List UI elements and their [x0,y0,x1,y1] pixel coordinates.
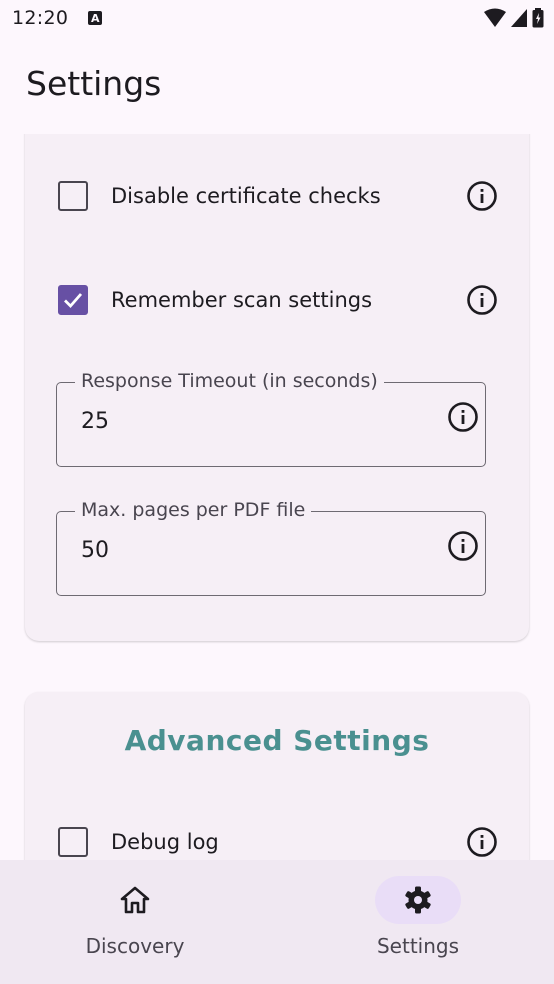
disable-certificate-checks-checkbox[interactable] [58,181,88,211]
max-pages-input[interactable] [81,538,381,563]
nav-label-settings: Settings [376,934,460,958]
nav-pill-discovery [92,876,178,924]
wifi-icon [484,8,506,27]
bottom-navigation: Discovery Settings [0,860,554,984]
notification-icon: A [88,11,103,25]
remember-scan-settings-label: Remember scan settings [111,288,373,312]
nav-label-discovery: Discovery [85,934,185,958]
cell-signal-icon [511,9,527,27]
debug-log-row[interactable]: Debug log [58,822,498,860]
info-icon[interactable] [447,401,479,433]
debug-log-label: Debug log [111,830,219,854]
home-icon [120,886,150,914]
gear-icon [405,886,431,914]
debug-log-checkbox[interactable] [58,827,88,857]
nav-pill-settings [375,876,461,924]
disable-certificate-checks-label: Disable certificate checks [111,184,381,208]
advanced-settings-card: Advanced Settings Debug log [25,692,529,860]
status-time: 12:20 [12,7,69,29]
response-timeout-input[interactable] [81,409,381,434]
remember-scan-settings-row[interactable]: Remember scan settings [58,280,498,320]
disable-certificate-checks-row[interactable]: Disable certificate checks [58,176,498,216]
max-pages-label: Max. pages per PDF file [75,499,312,521]
response-timeout-field[interactable]: Response Timeout (in seconds) [56,370,486,467]
status-bar: 12:20 A [0,0,554,36]
page-title: Settings [26,64,162,103]
status-icons [484,8,544,28]
info-icon[interactable] [447,530,479,562]
check-icon [64,293,83,309]
settings-scroll-area[interactable]: Disable certificate checks Remember scan… [0,134,554,860]
info-icon[interactable] [466,284,498,316]
info-icon[interactable] [466,180,498,212]
nav-item-discovery[interactable]: Discovery [45,876,225,966]
remember-scan-settings-checkbox[interactable] [58,285,88,315]
max-pages-field[interactable]: Max. pages per PDF file [56,499,486,596]
nav-item-settings[interactable]: Settings [328,876,508,966]
battery-icon [532,8,544,28]
response-timeout-label: Response Timeout (in seconds) [75,370,384,392]
advanced-settings-title: Advanced Settings [124,724,430,757]
info-icon[interactable] [466,826,498,858]
general-settings-card: Disable certificate checks Remember scan… [25,134,529,641]
